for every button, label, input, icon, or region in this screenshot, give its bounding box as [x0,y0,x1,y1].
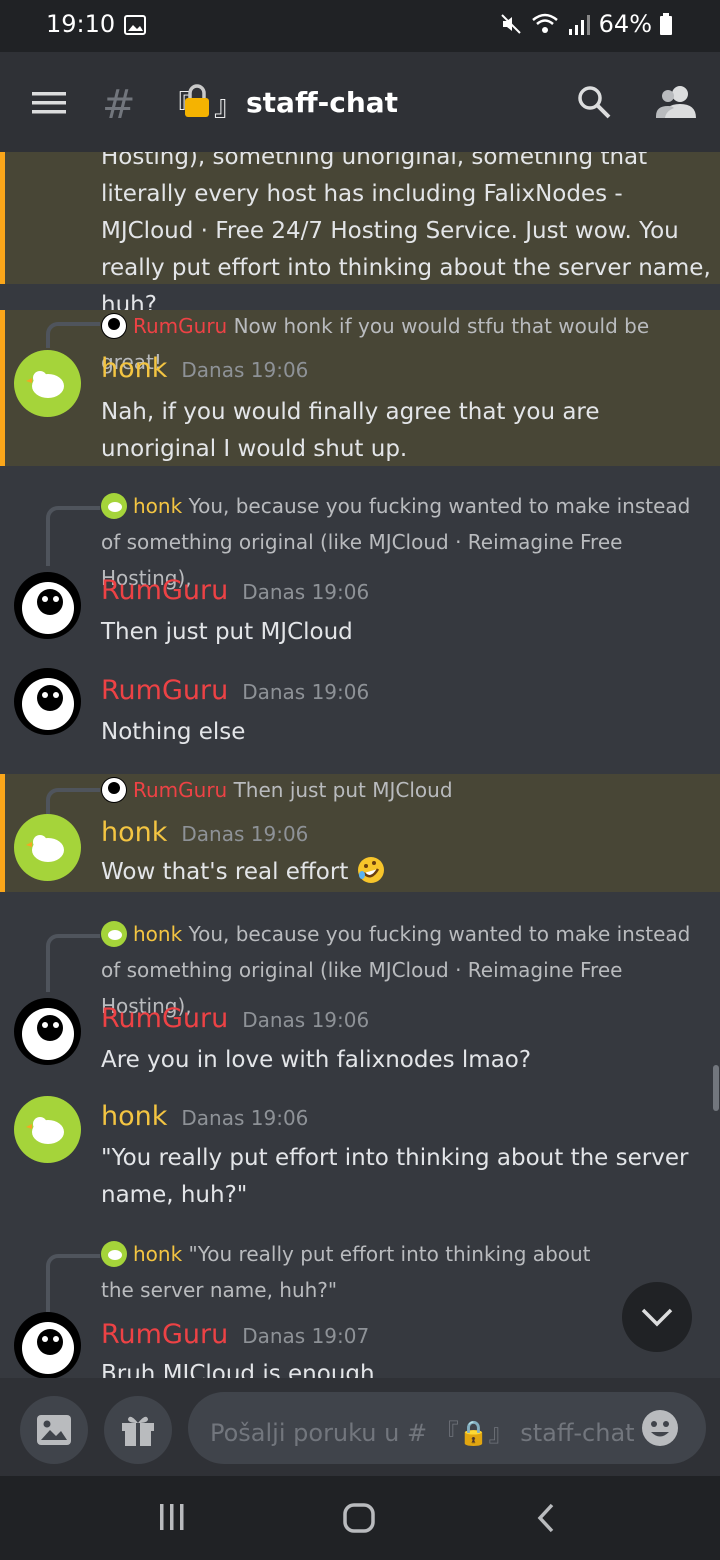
message-item: honk Danas 19:06 "You really put effort i… [0,1094,720,1214]
message-timestamp: Danas 19:06 [242,580,370,604]
rumguru-avatar[interactable] [14,668,81,735]
message-text: Are you in love with falixnodes lmao? [101,1047,532,1073]
recent-apps-icon[interactable] [158,1502,186,1532]
wifi-icon [531,13,558,33]
message-author[interactable]: RumGuru [101,1003,228,1034]
rofl-emoji-icon [357,857,384,883]
battery-icon [660,13,672,35]
jump-to-bottom-button[interactable] [622,1282,692,1352]
attach-image-button[interactable] [20,1396,88,1464]
reply-preview[interactable]: RumGuru Then just put MJCloud [101,772,711,808]
message-author[interactable]: RumGuru [101,675,228,706]
message-input-placeholder: Pošalji poruku u # 『🔒』 staff-chat [210,1419,635,1447]
message-author[interactable]: RumGuru [101,1319,228,1350]
message-list[interactable]: Hosting), something unoriginal, somethin… [0,152,720,1378]
message-text: Hosting), something unoriginal, somethin… [101,152,711,318]
honk-mini-avatar [101,493,127,519]
reply-spine [46,322,100,348]
battery-percent: 64% [598,10,652,38]
honk-mini-avatar [101,1241,127,1267]
message-item: honk You, because you fucking wanted to … [0,916,720,1076]
home-icon[interactable] [342,1502,376,1534]
mute-icon [500,14,521,34]
message-timestamp: Danas 19:06 [242,1008,370,1032]
signal-icon [568,15,590,35]
reply-text: Then just put MJCloud [233,778,453,802]
message-header: RumGuru Danas 19:07 [101,1316,711,1355]
reply-author[interactable]: RumGuru [133,778,227,802]
reply-author[interactable]: honk [133,922,182,946]
message-item: honk You, because you fucking wanted to … [0,488,720,648]
rumguru-avatar[interactable] [14,1312,81,1378]
message-text: "You really put effort into thinking abo… [101,1145,689,1208]
message-timestamp: Danas 19:06 [181,1106,309,1130]
message-author[interactable]: honk [101,817,167,848]
channel-bracket-close: 』 [214,89,243,122]
message-header: honk Danas 19:06 [101,1098,711,1137]
status-time: 19:10 [46,10,116,38]
channel-hash-icon: # [102,82,136,128]
honk-avatar[interactable] [14,350,81,417]
reply-preview[interactable]: honk "You really put effort into thinkin… [101,1236,621,1308]
reply-author[interactable]: honk [133,1242,182,1266]
message-header: RumGuru Danas 19:06 [101,672,711,711]
members-icon[interactable] [656,84,698,120]
message-item: RumGuru Now honk if you would stfu that … [0,310,720,466]
message-text: Nah, if you would finally agree that you… [101,399,600,462]
lock-icon [185,84,209,117]
message-composer: Pošalji poruku u # 『🔒』 staff-chat [0,1378,720,1476]
status-right: 64% [499,10,672,38]
message-text: Bruh MJCloud is enough [101,1361,375,1378]
reply-spine [46,1254,100,1312]
back-icon[interactable] [536,1502,556,1534]
chevron-down-icon [641,1308,673,1327]
system-nav-bar [0,1476,720,1560]
message-item: RumGuru Then just put MJCloud honk Danas … [0,774,720,892]
message-item: Hosting), something unoriginal, somethin… [0,152,720,318]
message-timestamp: Danas 19:06 [242,680,370,704]
rumguru-mini-avatar [101,313,127,339]
message-text: Nothing else [101,719,246,745]
message-item: RumGuru Danas 19:06 Nothing else [0,668,720,748]
message-text-row: Wow that's real effort [101,854,711,891]
honk-avatar[interactable] [14,1096,81,1163]
message-item: honk "You really put effort into thinkin… [0,1236,720,1378]
channel-header: # 『 』 staff-chat [0,52,720,152]
status-bar: 19:10 64% [0,0,720,52]
message-header: RumGuru Danas 19:06 [101,572,711,611]
message-header: honk Danas 19:06 [101,814,711,853]
search-icon[interactable] [576,84,612,120]
scrollbar-thumb[interactable] [713,1065,719,1111]
message-header: honk Danas 19:06 [101,350,711,389]
message-author[interactable]: honk [101,353,167,384]
emoji-picker-icon[interactable] [640,1408,680,1448]
honk-mini-avatar [101,921,127,947]
honk-avatar[interactable] [14,814,81,881]
hamburger-menu-icon[interactable] [32,92,66,114]
message-text: Wow that's real effort [101,859,349,885]
rumguru-mini-avatar [101,777,127,803]
message-timestamp: Danas 19:06 [181,358,309,382]
reply-spine [46,788,100,814]
reply-author[interactable]: honk [133,494,182,518]
reply-spine [46,934,100,992]
message-author[interactable]: honk [101,1101,167,1132]
channel-title: staff-chat [246,86,399,119]
gift-icon [122,1416,154,1446]
message-timestamp: Danas 19:07 [242,1324,370,1348]
reply-author[interactable]: RumGuru [133,314,227,338]
message-input[interactable]: Pošalji poruku u # 『🔒』 staff-chat [188,1392,706,1464]
gift-button[interactable] [104,1396,172,1464]
message-author[interactable]: RumGuru [101,575,228,606]
message-timestamp: Danas 19:06 [181,822,309,846]
gallery-icon [124,15,146,35]
rumguru-avatar[interactable] [14,572,81,639]
reply-spine [46,506,100,566]
message-header: RumGuru Danas 19:06 [101,1000,711,1039]
image-icon [37,1415,71,1445]
rumguru-avatar[interactable] [14,998,81,1065]
message-text: Then just put MJCloud [101,619,353,645]
